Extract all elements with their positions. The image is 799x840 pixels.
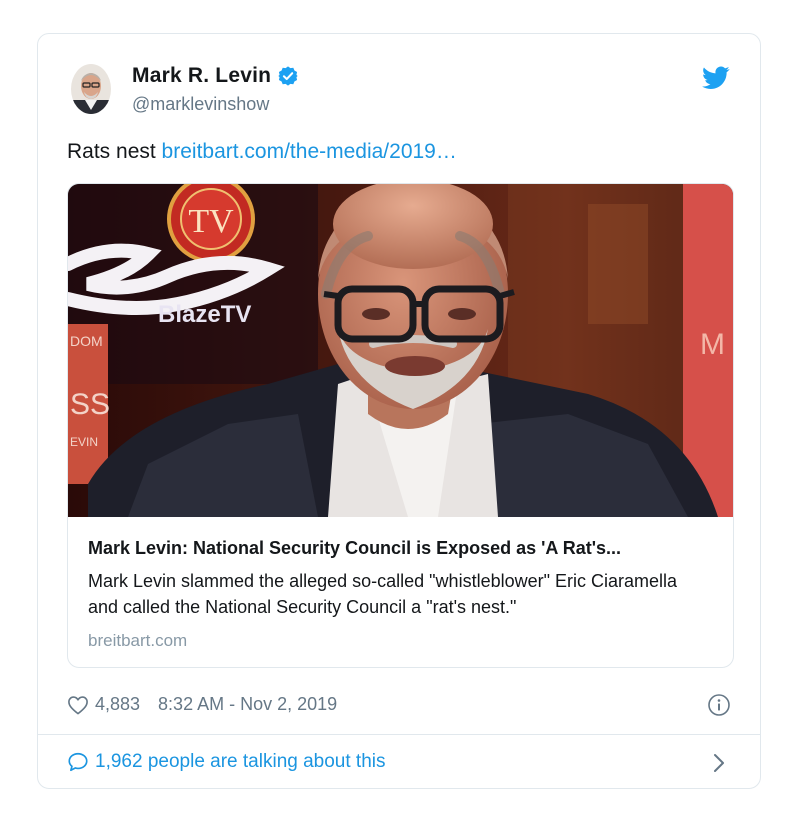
link-card-description: Mark Levin slammed the alleged so-called… (88, 571, 678, 617)
image-left-sign-top: DOM (70, 333, 103, 349)
conversation-link[interactable]: 1,962 people are talking about this (67, 751, 386, 773)
conversation-text[interactable]: 1,962 people are talking about this (95, 751, 386, 773)
author-handle[interactable]: @marklevinshow (132, 94, 269, 115)
link-preview-card[interactable]: M DOM SS EVIN TV BlazeTV Mark Levin: Nat… (67, 183, 734, 668)
link-preview-image[interactable]: M DOM SS EVIN TV BlazeTV (68, 184, 733, 517)
tweet-link[interactable]: breitbart.com/the-media/2019… (162, 140, 457, 163)
avatar[interactable] (71, 64, 111, 114)
tweet-timestamp[interactable]: 8:32 AM - Nov 2, 2019 (158, 694, 337, 715)
like-count[interactable]: 4,883 (95, 694, 140, 715)
tweet-text-prefix: Rats nest (67, 140, 162, 163)
divider (38, 734, 760, 735)
image-left-sign-low: EVIN (70, 435, 98, 449)
tweet-text: Rats nest breitbart.com/the-media/2019… (67, 140, 457, 164)
image-tv-badge: TV (188, 203, 234, 240)
image-left-sign-mid: SS (70, 388, 110, 421)
tweet-meta-row: 4,883 8:32 AM - Nov 2, 2019 (67, 694, 337, 715)
link-card-domain: breitbart.com (88, 631, 188, 650)
image-right-sign-text: M (700, 328, 725, 361)
speech-bubble-icon (68, 752, 88, 772)
tweet-header: Mark R. Levin @marklevinshow (38, 34, 760, 124)
twitter-bird-icon[interactable] (702, 66, 730, 90)
chevron-right-icon[interactable] (712, 752, 726, 774)
info-icon[interactable] (707, 693, 731, 717)
image-brand-logo: BlazeTV (158, 301, 251, 328)
author-name-row[interactable]: Mark R. Levin (132, 64, 299, 88)
link-card-title[interactable]: Mark Levin: National Security Council is… (88, 538, 621, 559)
author-display-name[interactable]: Mark R. Levin (132, 64, 271, 88)
tweet-embed-card: Mark R. Levin @marklevinshow Rats nest b… (37, 33, 761, 789)
heart-icon[interactable] (67, 695, 89, 715)
verified-badge-icon (278, 66, 298, 86)
